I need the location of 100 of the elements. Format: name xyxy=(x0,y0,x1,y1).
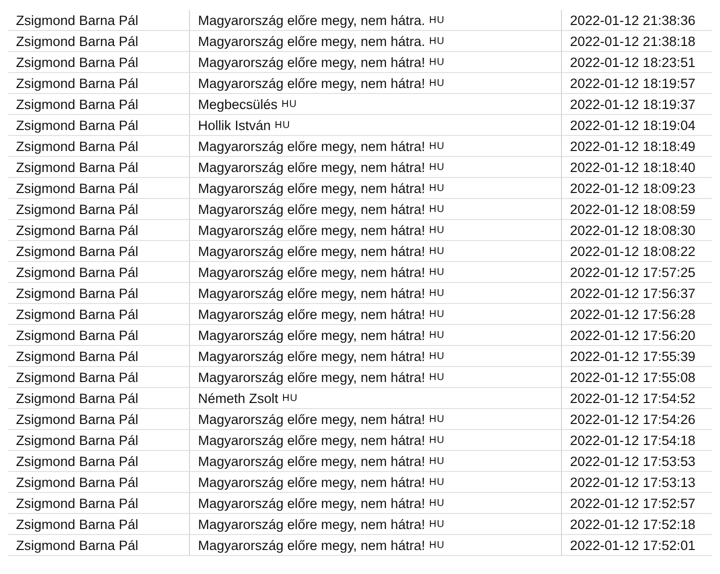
language-tag: HU xyxy=(429,204,445,214)
table-cell: 2022-01-12 21:38:36 xyxy=(562,10,712,31)
table-cell: 2022-01-12 18:18:40 xyxy=(562,157,712,178)
table-cell: Zsigmond Barna Pál xyxy=(8,136,190,157)
table-cell: 2022-01-12 17:55:08 xyxy=(562,367,712,388)
table-cell: 2022-01-12 18:19:57 xyxy=(562,73,712,94)
language-tag: HU xyxy=(429,224,445,236)
table-cell: 2022-01-12 17:54:52 xyxy=(562,388,712,409)
table-cell: Zsigmond Barna Pál xyxy=(8,409,190,430)
table-cell: Magyarország előre megy, nem hátra! xyxy=(198,306,426,322)
table-cell: Zsigmond Barna Pál xyxy=(8,346,190,367)
table-cell: 2022-01-12 18:19:04 xyxy=(562,115,712,136)
language-tag: HU xyxy=(429,308,445,320)
table-cell: Magyarország előre megy, nem hátra! xyxy=(198,160,426,174)
table-cell: Magyarország előre megy, nem hátra! xyxy=(198,286,426,300)
table-cell: Magyarország előre megy, nem hátra. xyxy=(198,34,426,48)
table-cell: Zsigmond Barna Pál xyxy=(8,262,190,283)
language-tag: HU xyxy=(429,518,445,530)
table-cell: 2022-01-12 17:52:57 xyxy=(562,493,712,514)
language-tag: HU xyxy=(429,78,445,88)
table-cell: Zsigmond Barna Pál xyxy=(8,157,190,178)
table-cell: 2022-01-12 18:08:30 xyxy=(562,220,712,241)
table-cell: 2022-01-12 17:55:39 xyxy=(562,346,712,367)
table-cell: Magyarország előre megy, nem hátra! xyxy=(198,432,426,448)
table-cell: Magyarország előre megy, nem hátra! xyxy=(198,412,426,426)
table-cell: 2022-01-12 17:53:53 xyxy=(562,451,712,472)
table-cell: Zsigmond Barna Pál xyxy=(8,115,190,136)
table-cell: Zsigmond Barna Pál xyxy=(8,493,190,514)
language-tag: HU xyxy=(429,288,445,298)
table-cell: 2022-01-12 21:38:18 xyxy=(562,31,712,52)
table-cell: Zsigmond Barna Pál xyxy=(8,514,190,535)
table-cell: 2022-01-12 17:52:01 xyxy=(562,535,712,556)
table-cell: Magyarország előre megy, nem hátra! xyxy=(198,370,426,384)
table-cell: Magyarország előre megy, nem hátra! xyxy=(198,138,426,154)
table-cell: Zsigmond Barna Pál xyxy=(8,367,190,388)
table-cell: 2022-01-12 17:56:37 xyxy=(562,283,712,304)
table-cell: Zsigmond Barna Pál xyxy=(8,94,190,115)
table-cell: Magyarország előre megy, nem hátra! xyxy=(198,222,426,238)
table-cell: 2022-01-12 18:09:23 xyxy=(562,178,712,199)
language-tag: HU xyxy=(429,330,445,340)
language-tag: HU xyxy=(429,434,445,446)
language-tag: HU xyxy=(429,140,445,152)
language-tag: HU xyxy=(429,540,445,550)
table-cell: 2022-01-12 18:08:22 xyxy=(562,241,712,262)
table-cell: Zsigmond Barna Pál xyxy=(8,241,190,262)
table-cell: Megbecsülés xyxy=(198,96,278,112)
language-tag: HU xyxy=(282,392,298,404)
table-cell: Zsigmond Barna Pál xyxy=(8,325,190,346)
language-tag: HU xyxy=(429,246,445,256)
table-cell: Zsigmond Barna Pál xyxy=(8,472,190,493)
language-tag: HU xyxy=(429,56,445,68)
table-cell: Magyarország előre megy, nem hátra! xyxy=(198,454,426,468)
language-tag: HU xyxy=(274,120,290,130)
table-cell: Magyarország előre megy, nem hátra! xyxy=(198,76,426,90)
table-cell: 2022-01-12 17:54:26 xyxy=(562,409,712,430)
table-cell: Zsigmond Barna Pál xyxy=(8,304,190,325)
table-cell: Zsigmond Barna Pál xyxy=(8,73,190,94)
table-cell: 2022-01-12 17:52:18 xyxy=(562,514,712,535)
table-cell: 2022-01-12 17:56:28 xyxy=(562,304,712,325)
table-cell: Hollik István xyxy=(198,118,271,132)
table-cell: Magyarország előre megy, nem hátra! xyxy=(198,264,426,280)
table-cell: Zsigmond Barna Pál xyxy=(8,430,190,451)
table-cell: Magyarország előre megy, nem hátra. xyxy=(198,12,426,28)
table-cell: 2022-01-12 18:18:49 xyxy=(562,136,712,157)
table-cell: Magyarország előre megy, nem hátra! xyxy=(198,496,426,510)
language-tag: HU xyxy=(429,36,445,46)
table-cell: Magyarország előre megy, nem hátra! xyxy=(198,348,426,364)
table-cell: Zsigmond Barna Pál xyxy=(8,535,190,556)
table-cell: 2022-01-12 18:19:37 xyxy=(562,94,712,115)
language-tag: HU xyxy=(429,372,445,382)
table-cell: Magyarország előre megy, nem hátra! xyxy=(198,538,426,552)
table-cell: Magyarország előre megy, nem hátra! xyxy=(198,180,426,196)
table-cell: Zsigmond Barna Pál xyxy=(8,31,190,52)
table-cell: 2022-01-12 17:53:13 xyxy=(562,472,712,493)
table-cell: Zsigmond Barna Pál xyxy=(8,178,190,199)
language-tag: HU xyxy=(429,162,445,172)
language-tag: HU xyxy=(429,182,445,194)
table-cell: Magyarország előre megy, nem hátra! xyxy=(198,202,426,216)
language-tag: HU xyxy=(429,414,445,424)
table-cell: Zsigmond Barna Pál xyxy=(8,10,190,31)
table-cell: Magyarország előre megy, nem hátra! xyxy=(198,328,426,342)
table-cell: Zsigmond Barna Pál xyxy=(8,220,190,241)
table-cell: Magyarország előre megy, nem hátra! xyxy=(198,474,426,490)
table-cell: 2022-01-12 18:23:51 xyxy=(562,52,712,73)
language-tag: HU xyxy=(429,266,445,278)
table-cell: Zsigmond Barna Pál xyxy=(8,52,190,73)
table-cell: 2022-01-12 17:56:20 xyxy=(562,325,712,346)
table-cell: 2022-01-12 18:08:59 xyxy=(562,199,712,220)
table-cell: Magyarország előre megy, nem hátra! xyxy=(198,244,426,258)
language-tag: HU xyxy=(429,498,445,508)
language-tag: HU xyxy=(282,98,297,110)
language-tag: HU xyxy=(429,456,445,466)
language-tag: HU xyxy=(429,350,445,362)
table-cell: Magyarország előre megy, nem hátra! xyxy=(198,516,426,532)
table-cell: 2022-01-12 17:54:18 xyxy=(562,430,712,451)
table-cell: Zsigmond Barna Pál xyxy=(8,199,190,220)
table-cell: 2022-01-12 17:57:25 xyxy=(562,262,712,283)
table-cell: Magyarország előre megy, nem hátra! xyxy=(198,54,426,70)
language-tag: HU xyxy=(429,476,445,488)
table-cell: Zsigmond Barna Pál xyxy=(8,283,190,304)
